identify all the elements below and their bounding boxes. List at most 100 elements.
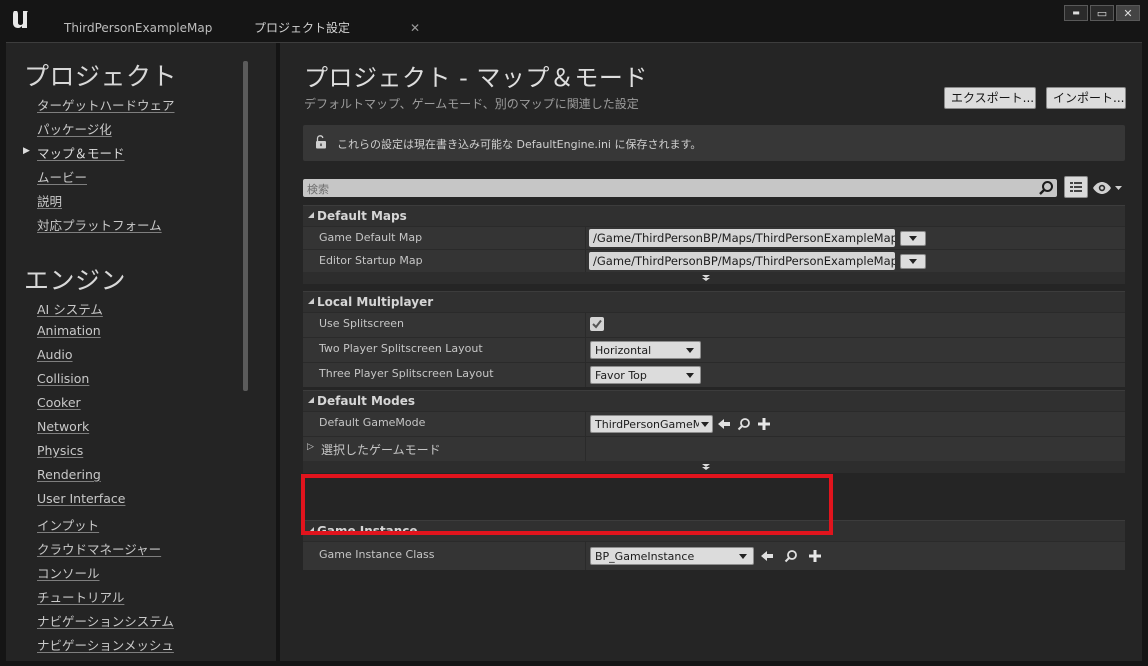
sidebar-item-network[interactable]: Network: [37, 419, 89, 434]
sidebar-item-console[interactable]: コンソール: [37, 563, 100, 582]
editor-startup-map-dropdown-button[interactable]: [900, 254, 926, 269]
unreal-logo-icon[interactable]: [6, 6, 34, 34]
category-title: Local Multiplayer: [317, 295, 434, 309]
config-notice: これらの設定は現在書き込み可能な DefaultEngine.ini に保存され…: [303, 125, 1125, 161]
browse-search-icon[interactable]: [784, 549, 798, 563]
chevron-down-icon: [686, 373, 694, 378]
expand-down-icon: [702, 275, 710, 281]
three-player-layout-dropdown[interactable]: Favor Top: [590, 366, 701, 384]
tab-label: ThirdPersonExampleMap: [64, 21, 213, 35]
tab-third-person-example-map[interactable]: ThirdPersonExampleMap: [50, 14, 246, 42]
selected-arrow-icon: ▶: [23, 146, 30, 156]
property-row-two-player-layout: Two Player Splitscreen Layout Horizontal: [303, 337, 1125, 362]
two-player-layout-dropdown[interactable]: Horizontal: [590, 341, 701, 359]
category-local-multiplayer[interactable]: Local Multiplayer: [303, 291, 1125, 312]
property-row-three-player-layout: Three Player Splitscreen Layout Favor To…: [303, 362, 1125, 387]
sidebar-item-navigation-system[interactable]: ナビゲーションシステム: [37, 611, 174, 630]
use-selected-arrow-icon[interactable]: [717, 417, 731, 431]
sidebar-item-rendering[interactable]: Rendering: [37, 467, 101, 482]
close-icon[interactable]: ✕: [410, 14, 420, 42]
sidebar-item-ai-system[interactable]: AI システム: [37, 299, 103, 318]
collapse-arrow-icon: [308, 397, 314, 403]
sidebar-item-cloud-manager[interactable]: クラウドマネージャー: [37, 539, 161, 558]
sidebar-section-engine: エンジン: [24, 266, 127, 295]
property-row-game-instance-class: Game Instance Class BP_GameInstance: [303, 541, 1125, 570]
property-label: Use Splitscreen: [319, 317, 405, 330]
eye-icon: [1093, 182, 1122, 194]
title-bar: ThirdPersonExampleMap プロジェクト設定 ✕ ▬ ▭ ✕: [0, 0, 1148, 42]
property-label: Game Instance Class: [319, 548, 435, 561]
chevron-down-icon: [909, 236, 917, 241]
game-default-map-field[interactable]: /Game/ThirdPersonBP/Maps/ThirdPersonExam…: [589, 229, 895, 247]
page-subtitle: デフォルトマップ、ゲームモード、別のマップに関連した設定: [304, 97, 639, 111]
window-controls: ▬ ▭ ✕: [1062, 5, 1140, 21]
expand-right-icon: ▷: [307, 442, 314, 452]
sidebar-item-user-interface[interactable]: User Interface: [37, 491, 125, 506]
column-divider[interactable]: [585, 412, 586, 436]
dropdown-value: Favor Top: [595, 369, 647, 382]
close-window-button[interactable]: ✕: [1116, 5, 1140, 21]
game-instance-class-dropdown[interactable]: BP_GameInstance: [590, 547, 754, 565]
sidebar-item-description[interactable]: 説明: [37, 191, 62, 210]
property-label: Editor Startup Map: [319, 254, 423, 267]
use-splitscreen-checkbox[interactable]: [590, 317, 604, 331]
tab-project-settings[interactable]: プロジェクト設定 ✕: [240, 14, 434, 42]
dropdown-value: BP_GameInstance: [595, 550, 695, 563]
use-selected-arrow-icon[interactable]: [760, 549, 774, 563]
column-divider[interactable]: [585, 363, 586, 387]
sidebar-scrollbar[interactable]: [243, 61, 248, 391]
editor-startup-map-field[interactable]: /Game/ThirdPersonBP/Maps/ThirdPersonExam…: [589, 252, 895, 270]
category-default-modes[interactable]: Default Modes: [303, 390, 1125, 411]
search-input[interactable]: 検索: [303, 179, 1057, 197]
chevron-down-icon: [701, 422, 709, 427]
sidebar-item-audio[interactable]: Audio: [37, 347, 73, 362]
add-plus-icon[interactable]: [757, 417, 771, 431]
page-title: プロジェクト - マップ＆モード: [304, 64, 648, 92]
collapse-arrow-icon: [308, 212, 314, 218]
chevron-down-icon: [686, 348, 694, 353]
sidebar-item-target-hardware[interactable]: ターゲットハードウェア: [37, 95, 175, 114]
column-divider[interactable]: [585, 542, 586, 570]
category-default-maps[interactable]: Default Maps: [303, 205, 1125, 226]
browse-search-icon[interactable]: [737, 417, 751, 431]
column-divider[interactable]: [585, 437, 586, 461]
default-gamemode-dropdown[interactable]: ThirdPersonGameMode: [590, 415, 713, 433]
property-row-selected-gamemode[interactable]: ▷ 選択したゲームモード: [303, 436, 1125, 461]
view-options-button[interactable]: [1092, 180, 1124, 196]
search-placeholder: 検索: [307, 183, 329, 196]
sidebar-item-tutorial[interactable]: チュートリアル: [37, 587, 124, 606]
property-row-default-gamemode: Default GameMode ThirdPersonGameMode: [303, 411, 1125, 436]
advanced-expander[interactable]: [303, 461, 1125, 473]
property-row-editor-startup-map: Editor Startup Map /Game/ThirdPersonBP/M…: [303, 249, 1125, 272]
sidebar-item-input[interactable]: インプット: [37, 515, 99, 534]
unlock-icon: [316, 135, 326, 149]
add-plus-icon[interactable]: [808, 549, 822, 563]
search-icon[interactable]: [1038, 180, 1054, 196]
sidebar-item-navigation-mesh[interactable]: ナビゲーションメッシュ: [37, 635, 174, 654]
advanced-expander[interactable]: [303, 272, 1125, 284]
sidebar-item-maps-and-modes[interactable]: マップ＆モード: [37, 143, 125, 162]
maximize-button[interactable]: ▭: [1090, 5, 1114, 21]
sidebar-item-movies[interactable]: ムービー: [37, 167, 87, 186]
sidebar-item-physics[interactable]: Physics: [37, 443, 83, 458]
maximize-icon: ▭: [1096, 6, 1108, 20]
column-divider[interactable]: [585, 227, 586, 249]
list-grid-icon: [1070, 182, 1082, 192]
sidebar-item-animation[interactable]: Animation: [37, 323, 101, 338]
category-title: Default Maps: [317, 209, 407, 223]
column-divider[interactable]: [585, 250, 586, 272]
sidebar-item-collision[interactable]: Collision: [37, 371, 89, 386]
game-default-map-dropdown-button[interactable]: [900, 231, 926, 246]
minimize-button[interactable]: ▬: [1064, 5, 1088, 21]
chevron-down-icon: [909, 259, 917, 264]
import-button[interactable]: インポート...: [1046, 87, 1126, 109]
sidebar-item-supported-platforms[interactable]: 対応プラットフォーム: [37, 215, 162, 234]
sidebar-item-cooker[interactable]: Cooker: [37, 395, 81, 410]
column-divider[interactable]: [585, 338, 586, 362]
property-matrix-button[interactable]: [1064, 176, 1088, 198]
export-button[interactable]: エクスポート...: [944, 87, 1036, 109]
settings-window: プロジェクト ターゲットハードウェア パッケージ化 ▶ マップ＆モード ムービー…: [6, 42, 1142, 661]
column-divider[interactable]: [585, 313, 586, 337]
sidebar-item-packaging[interactable]: パッケージ化: [37, 119, 112, 138]
dropdown-value: Horizontal: [595, 344, 652, 357]
